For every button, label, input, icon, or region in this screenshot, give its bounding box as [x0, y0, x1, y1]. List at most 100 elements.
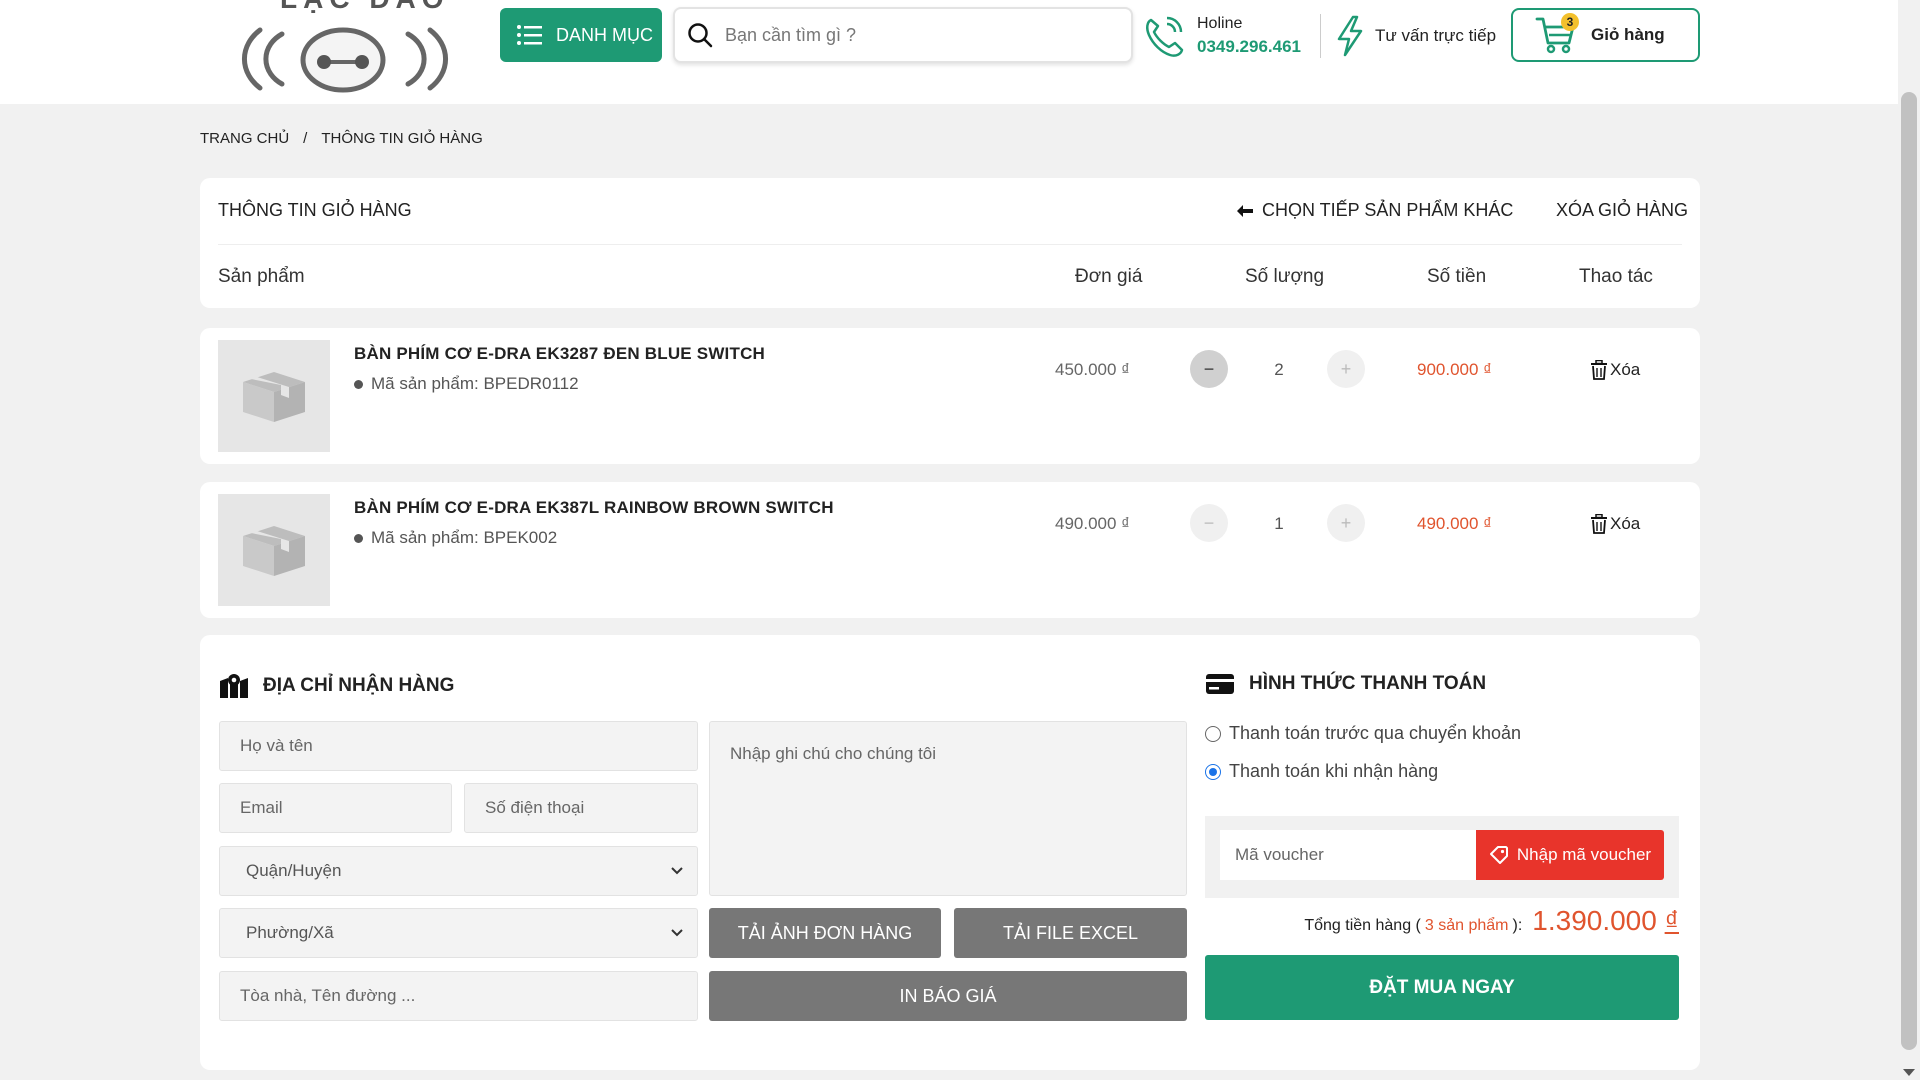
arrow-left-icon: [1237, 204, 1253, 217]
clear-cart-button[interactable]: XÓA GIỎ HÀNG: [1556, 200, 1688, 221]
column-header-action: Thao tác: [1579, 266, 1653, 287]
cart-button[interactable]: 3 Giỏ hàng: [1511, 8, 1700, 62]
radio-button-selected[interactable]: [1205, 763, 1221, 780]
apply-voucher-button[interactable]: Nhập mã voucher: [1476, 830, 1664, 880]
ward-select-value: Phường/Xã: [246, 923, 334, 942]
product-name[interactable]: BÀN PHÍM CƠ E-DRA EK3287 ĐEN BLUE SWITCH: [354, 344, 765, 364]
voucher-box: Nhập mã voucher: [1205, 816, 1679, 898]
unit-price: 490.000 ₫: [1055, 514, 1130, 533]
apply-voucher-label: Nhập mã voucher: [1516, 845, 1652, 864]
phone-input[interactable]: [485, 798, 697, 818]
item-total: 900.000 ₫: [1417, 360, 1492, 379]
header-divider: [1320, 14, 1321, 58]
note-textarea[interactable]: [730, 744, 1186, 894]
quantity-decrease-button[interactable]: −: [1190, 504, 1228, 542]
payment-option-cod[interactable]: Thanh toán khi nhận hàng: [1205, 761, 1438, 782]
total-item-count: 3 sản phẩm: [1424, 917, 1509, 934]
district-select[interactable]: Quận/Huyện: [219, 846, 698, 896]
quantity-increase-button[interactable]: +: [1327, 350, 1365, 388]
radio-button[interactable]: [1205, 725, 1221, 742]
phone-icon: [1146, 16, 1184, 57]
cart-count-badge: 3: [1561, 13, 1579, 31]
delete-label: Xóa: [1610, 360, 1641, 379]
breadcrumb: TRANG CHỦ / THÔNG TIN GIỎ HÀNG: [200, 130, 483, 147]
product-image-placeholder[interactable]: [218, 494, 330, 606]
street-field[interactable]: [219, 971, 698, 1021]
logo-text: LẠC ĐÀO: [280, 0, 450, 14]
product-image-placeholder[interactable]: [218, 340, 330, 452]
voucher-input[interactable]: [1235, 845, 1476, 865]
box-icon: [243, 526, 305, 576]
trash-icon: [1591, 360, 1607, 380]
shipping-address-heading: ĐỊA CHỈ NHẬN HÀNG: [219, 673, 454, 699]
product-code: Mã sản phẩm: BPEK002: [354, 528, 557, 548]
item-total: 490.000 ₫: [1417, 514, 1492, 533]
unit-price: 450.000 ₫: [1055, 360, 1130, 379]
quantity-decrease-button[interactable]: −: [1190, 350, 1228, 388]
product-code: Mã sản phẩm: BPEDR0112: [354, 374, 579, 394]
category-menu-label: DANH MỤC: [556, 24, 653, 45]
map-icon: [220, 674, 248, 698]
order-total: Tổng tiền hàng (3 sản phẩm ): 1.390.000 …: [1304, 905, 1679, 937]
cart-item: BÀN PHÍM CƠ E-DRA EK387L RAINBOW BROWN S…: [200, 482, 1700, 618]
payment-method-heading: HÌNH THỨC THANH TOÁN: [1205, 673, 1486, 695]
trash-icon: [1591, 514, 1607, 534]
delete-label: Xóa: [1610, 514, 1641, 533]
email-input[interactable]: [240, 798, 451, 818]
payment-method-title: HÌNH THỨC THANH TOÁN: [1249, 673, 1487, 694]
hotline-number[interactable]: 0349.296.461: [1197, 37, 1301, 57]
search-input[interactable]: [725, 24, 1105, 46]
continue-shopping-link[interactable]: CHỌN TIẾP SẢN PHẨM KHÁC: [1236, 200, 1513, 221]
breadcrumb-current: THÔNG TIN GIỎ HÀNG: [321, 130, 483, 147]
product-code-text: Mã sản phẩm: BPEK002: [371, 528, 558, 547]
cart-item: BÀN PHÍM CƠ E-DRA EK3287 ĐEN BLUE SWITCH…: [200, 328, 1700, 464]
download-order-image-button[interactable]: TẢI ẢNH ĐƠN HÀNG: [709, 908, 941, 958]
cart-label: Giỏ hàng: [1591, 25, 1665, 44]
delete-item-button[interactable]: Xóa: [1590, 360, 1640, 380]
payment-option-cod-label: Thanh toán khi nhận hàng: [1229, 761, 1439, 781]
total-label: Tổng tiền hàng (: [1304, 917, 1421, 934]
quantity-increase-button[interactable]: +: [1327, 504, 1365, 542]
total-value: 1.390.000 ₫: [1532, 905, 1679, 937]
category-menu-button[interactable]: DANH MỤC: [500, 8, 662, 62]
payment-option-transfer[interactable]: Thanh toán trước qua chuyển khoản: [1205, 723, 1521, 744]
search-icon[interactable]: [687, 22, 713, 48]
search-box: [673, 7, 1133, 63]
quantity-value[interactable]: 1: [1267, 514, 1291, 534]
district-select-value: Quận/Huyện: [246, 861, 342, 880]
currency-symbol: ₫: [1664, 905, 1679, 936]
cart-title: THÔNG TIN GIỎ HÀNG: [218, 200, 412, 220]
site-logo[interactable]: LẠC ĐÀO: [240, 0, 450, 100]
product-name[interactable]: BÀN PHÍM CƠ E-DRA EK387L RAINBOW BROWN S…: [354, 498, 834, 518]
cart-icon: 3: [1535, 13, 1579, 55]
checkout-card: ĐỊA CHỈ NHẬN HÀNG Quận/Huyện Phường/Xã T…: [200, 635, 1700, 1070]
menu-icon: [517, 25, 542, 45]
lightning-icon: [1337, 15, 1363, 57]
product-code-text: Mã sản phẩm: BPEDR0112: [371, 374, 579, 393]
phone-field[interactable]: [464, 783, 698, 833]
breadcrumb-home[interactable]: TRANG CHỦ: [200, 130, 289, 147]
street-input[interactable]: [240, 986, 697, 1006]
full-name-input[interactable]: [240, 736, 697, 756]
site-header: LẠC ĐÀO DANH MỤC: [0, 0, 1898, 104]
hotline[interactable]: Holine 0349.296.461: [1143, 12, 1301, 60]
delete-item-button[interactable]: Xóa: [1590, 514, 1640, 534]
place-order-button[interactable]: ĐẶT MUA NGAY: [1205, 955, 1679, 1020]
column-header-unit-price: Đơn giá: [1075, 266, 1143, 287]
page-scrollbar[interactable]: [1898, 0, 1920, 1080]
live-consult-label: Tư vấn trực tiếp: [1375, 26, 1497, 45]
scroll-down-arrow-icon[interactable]: [1903, 1069, 1915, 1076]
voucher-field[interactable]: [1220, 830, 1476, 880]
live-consult-link[interactable]: Tư vấn trực tiếp: [1335, 12, 1496, 60]
scrollbar-thumb[interactable]: [1901, 92, 1917, 1050]
email-field[interactable]: [219, 783, 452, 833]
quantity-value[interactable]: 2: [1267, 360, 1291, 380]
print-quote-button[interactable]: IN BÁO GIÁ: [709, 971, 1187, 1021]
note-field[interactable]: [709, 721, 1187, 896]
full-name-field[interactable]: [219, 721, 698, 771]
column-header-quantity: Số lượng: [1245, 266, 1325, 287]
download-excel-button[interactable]: TẢI FILE EXCEL: [954, 908, 1187, 958]
breadcrumb-separator: /: [303, 130, 308, 147]
divider: [218, 244, 1682, 245]
ward-select[interactable]: Phường/Xã: [219, 908, 698, 958]
